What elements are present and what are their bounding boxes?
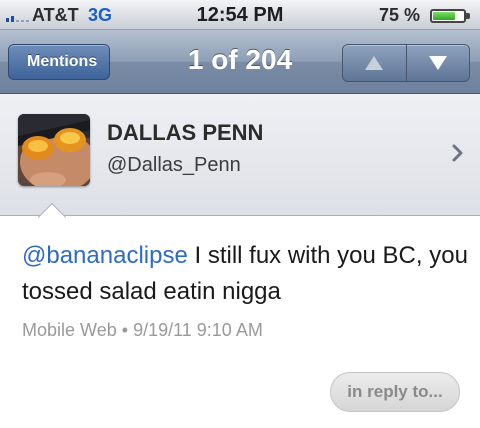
battery-percentage: 75 % bbox=[378, 5, 420, 25]
tweet-pager-control bbox=[342, 44, 470, 82]
avatar[interactable] bbox=[18, 114, 90, 186]
battery-icon bbox=[430, 9, 466, 23]
navigation-bar: Mentions 1 of 204 bbox=[0, 30, 480, 94]
triangle-up-icon bbox=[365, 56, 384, 70]
page-title: 1 of 204 bbox=[187, 44, 293, 75]
back-button-label: Mentions bbox=[27, 53, 98, 70]
next-tweet-button[interactable] bbox=[405, 45, 470, 81]
in-reply-to-button[interactable]: in reply to... bbox=[330, 372, 460, 412]
profile-handle: @Dallas_Penn bbox=[107, 154, 241, 176]
battery-terminal bbox=[466, 13, 470, 19]
status-bar: AT&T 3G 12:54 PM 75 % bbox=[0, 0, 480, 30]
avatar-image bbox=[18, 114, 90, 186]
profile-name: DALLAS PENN bbox=[107, 120, 264, 145]
tweet-timestamp: 9/19/11 9:10 AM bbox=[133, 320, 263, 340]
battery-fill bbox=[433, 12, 455, 20]
tweet-source[interactable]: Mobile Web bbox=[22, 320, 117, 340]
meta-separator: • bbox=[121, 320, 129, 340]
back-button[interactable]: Mentions bbox=[8, 44, 111, 80]
tweet-meta: Mobile Web • 9/19/11 9:10 AM bbox=[22, 320, 263, 341]
triangle-down-icon bbox=[428, 56, 447, 70]
tweet-detail-screen: AT&T 3G 12:54 PM 75 % Mentions 1 of 204 bbox=[0, 0, 480, 428]
previous-tweet-button[interactable] bbox=[343, 45, 406, 81]
tweet-body: @bananaclipse I still fux with you BC, y… bbox=[22, 238, 472, 310]
profile-header[interactable]: DALLAS PENN @Dallas_Penn bbox=[0, 94, 480, 216]
chevron-right-icon bbox=[452, 144, 463, 162]
mention-link[interactable]: @bananaclipse bbox=[22, 242, 188, 269]
